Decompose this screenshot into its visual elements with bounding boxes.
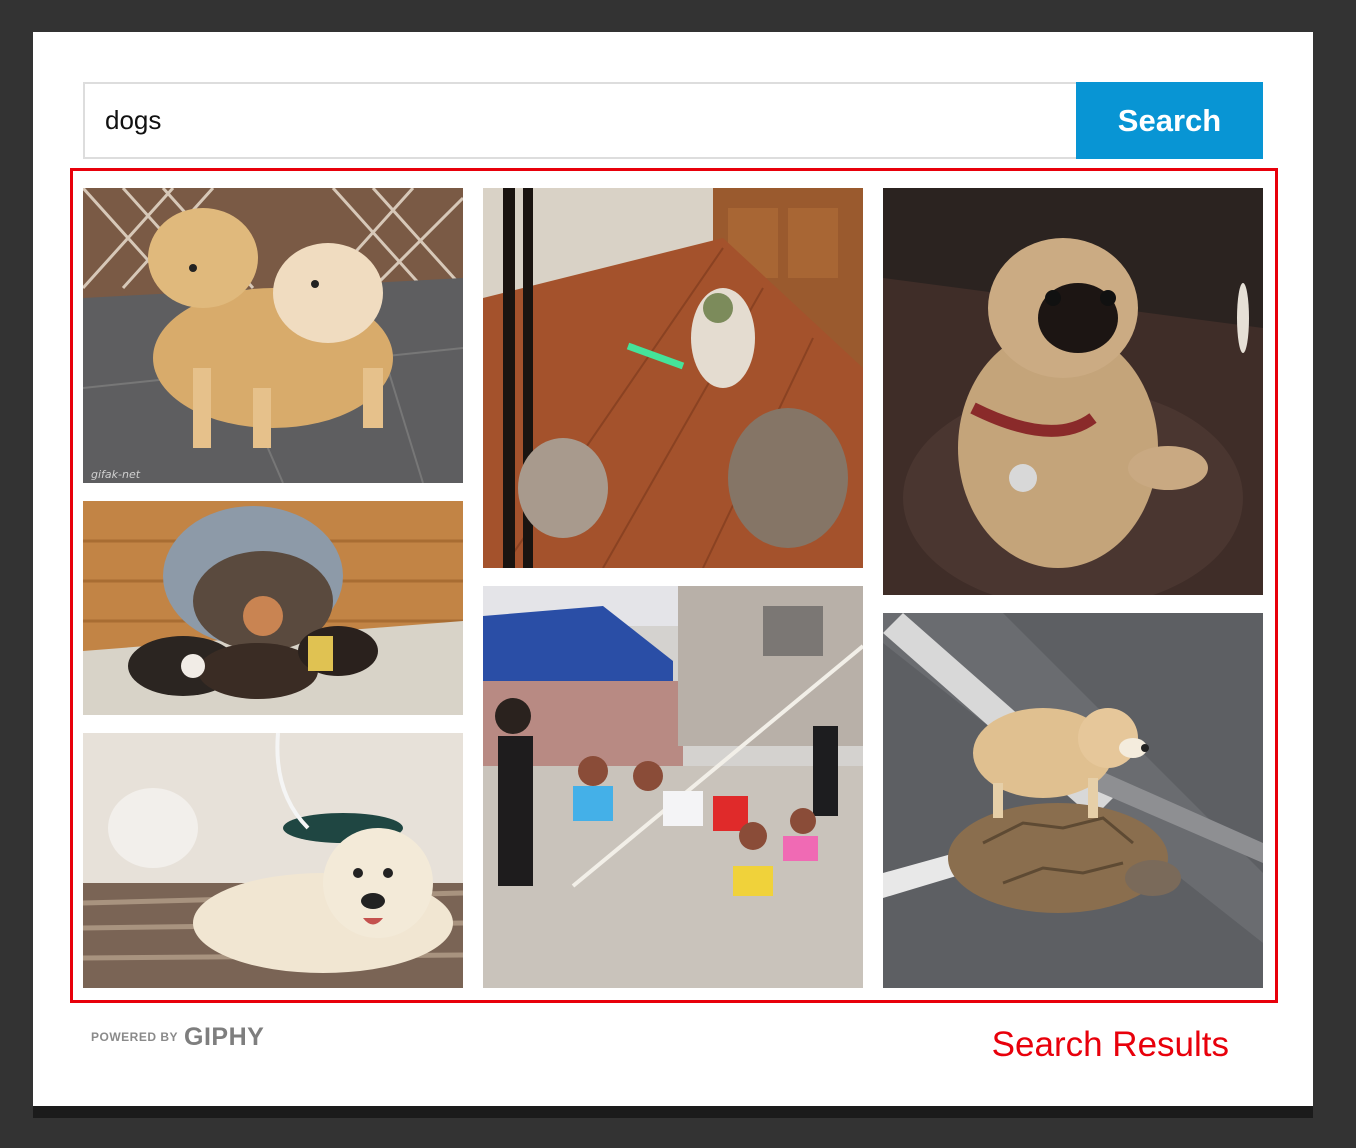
search-input[interactable]	[83, 82, 1076, 159]
giphy-search-card: Search	[33, 32, 1313, 1106]
gif-result-golden-retrievers[interactable]: gifak-net	[83, 188, 463, 483]
golden-retrievers-image: gifak-net	[83, 188, 463, 483]
powered-by-giphy: POWERED BY GIPHY	[91, 1022, 264, 1052]
yoda-dog-lightsaber-image	[483, 188, 863, 568]
gif-result-corgi-puppies[interactable]	[83, 501, 463, 715]
gif-result-labrador-and-pomeranian[interactable]	[83, 733, 463, 988]
search-results-grid: gifak-net	[70, 168, 1278, 1003]
corgi-puppies-image	[83, 501, 463, 715]
giphy-logo: GIPHY	[184, 1022, 265, 1051]
search-button[interactable]: Search	[1076, 82, 1263, 159]
shiba-on-tortoise-image	[883, 613, 1263, 988]
gif-result-yoda-dog-lightsaber[interactable]	[483, 188, 863, 568]
gif-result-pug-on-couch[interactable]	[883, 188, 1263, 595]
gif-result-jump-rope-poodles[interactable]	[483, 586, 863, 988]
gif-watermark: gifak-net	[91, 468, 141, 481]
search-results-annotation: Search Results	[991, 1025, 1229, 1064]
pug-on-couch-image	[883, 188, 1263, 595]
card-shadow	[33, 1104, 1313, 1118]
gif-result-shiba-on-tortoise[interactable]	[883, 613, 1263, 988]
search-bar: Search	[83, 82, 1263, 159]
labrador-and-pomeranian-image	[83, 733, 463, 988]
jump-rope-poodles-image	[483, 586, 863, 988]
powered-by-label: POWERED BY	[91, 1030, 179, 1044]
